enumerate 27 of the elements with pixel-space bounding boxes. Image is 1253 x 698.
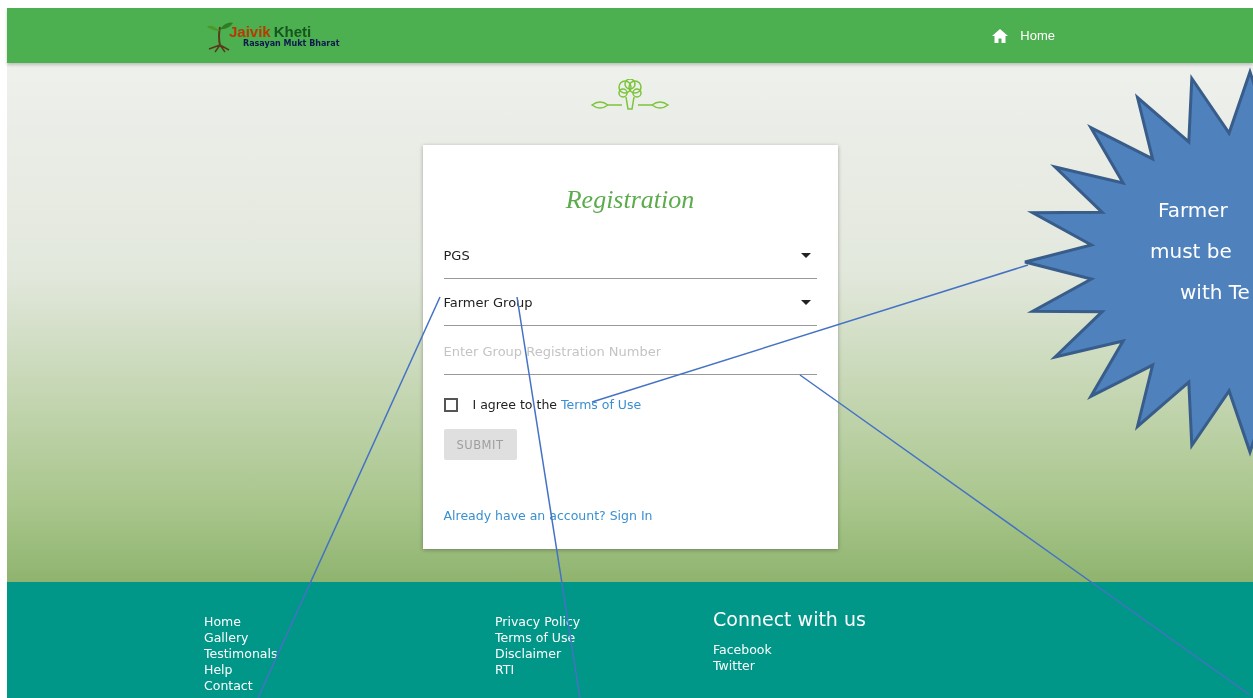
home-link[interactable]: Home <box>992 28 1055 43</box>
logo-text: Jaivik <box>229 23 271 39</box>
footer-link[interactable]: RTI <box>495 662 713 678</box>
footer-link[interactable]: Disclaimer <box>495 646 713 662</box>
callout-text: with Te <box>1180 279 1250 306</box>
agree-checkbox[interactable] <box>443 397 458 412</box>
footer-link[interactable]: Terms of Use <box>495 630 713 646</box>
caret-icon <box>800 253 811 258</box>
footer-heading: Connect with us <box>713 607 866 632</box>
logo-text: Kheti <box>273 23 312 39</box>
form-title: Registration <box>564 185 696 215</box>
callout-text: must be <box>1150 238 1232 265</box>
logo-tagline: Rasayan Mukt Bharat <box>243 38 340 48</box>
footer-link[interactable]: Home <box>204 614 495 630</box>
footer-link[interactable]: Privacy Policy <box>495 614 713 630</box>
social-link[interactable]: Twitter <box>713 658 866 674</box>
footer-link[interactable]: Gallery <box>204 630 495 646</box>
footer-link[interactable]: Help <box>204 662 495 678</box>
social-link[interactable]: Facebook <box>713 642 866 658</box>
agree-label: I agree to the <box>472 397 557 412</box>
terms-link[interactable]: Terms of Use <box>561 397 642 412</box>
footer-link[interactable]: Contact <box>204 678 495 694</box>
home-icon <box>992 28 1009 43</box>
caret-icon <box>800 300 811 305</box>
dropdown-field[interactable]: PGS <box>443 233 817 279</box>
callout-text: Farmer <box>1158 197 1228 224</box>
footer-link[interactable]: Testimonals <box>204 646 495 662</box>
